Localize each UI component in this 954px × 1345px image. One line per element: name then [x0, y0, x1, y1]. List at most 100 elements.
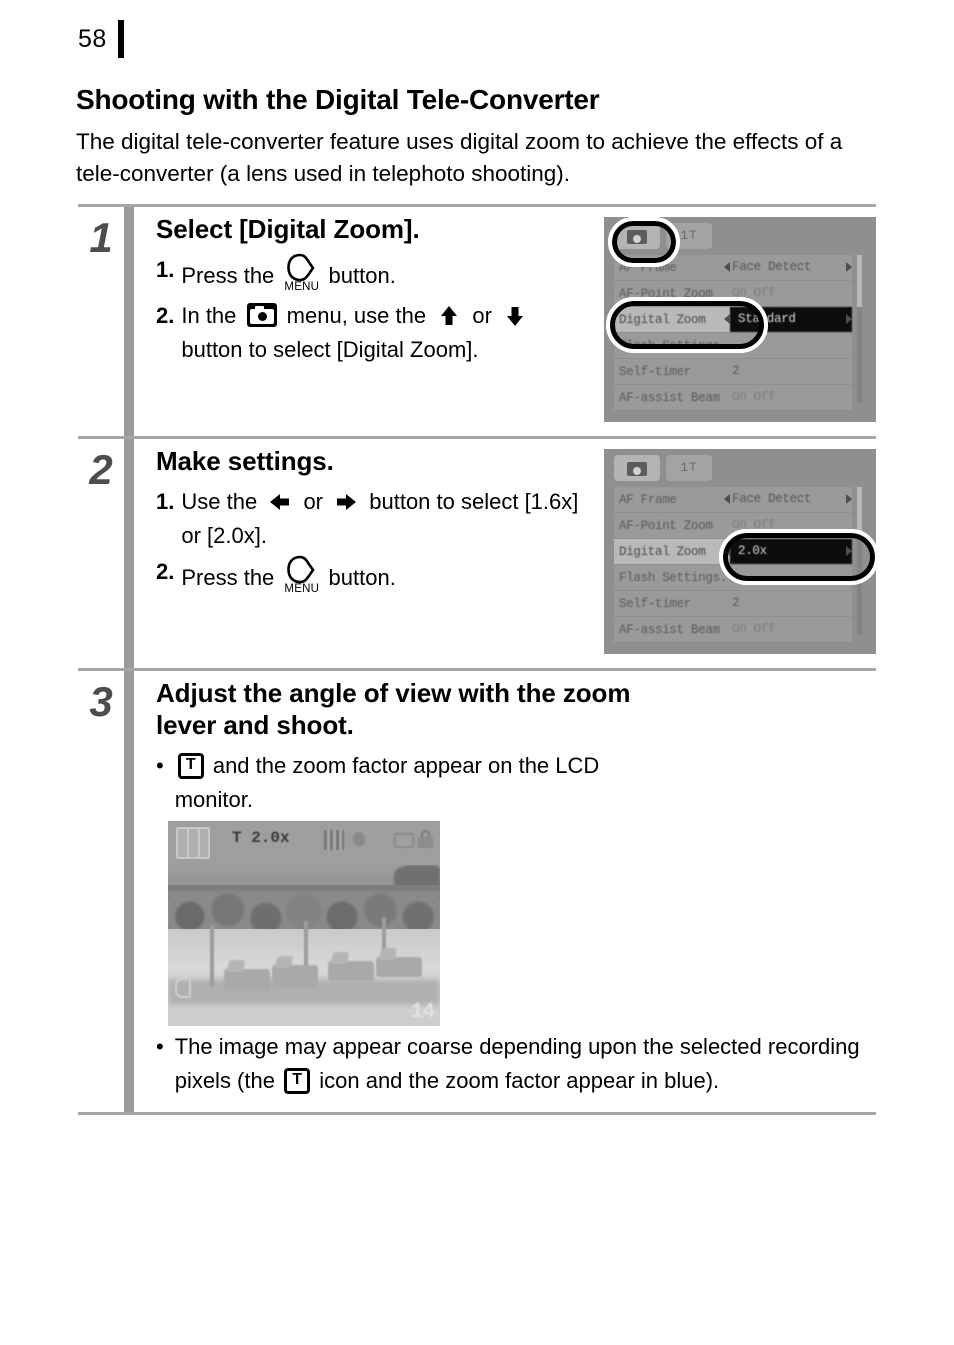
down-arrow-icon: [503, 304, 527, 328]
intro-paragraph: The digital tele-converter feature uses …: [76, 129, 843, 186]
camera-lcd-menu: 1T AF Frame Face Detect AF-Point Zoom On…: [604, 217, 876, 422]
menu-button-label: MENU: [284, 281, 320, 293]
menu-button-icon: MENU: [284, 555, 320, 599]
text-after: button.: [328, 263, 396, 288]
text-after: button.: [328, 565, 396, 590]
lcd-tab-camera: [614, 223, 660, 249]
menu-button-label: MENU: [284, 583, 320, 595]
text-before: Use the: [181, 489, 258, 514]
lcd-scrollbar[interactable]: [857, 255, 862, 403]
flash-icon: [350, 830, 370, 850]
lcd-tab-tools: 1T: [666, 455, 712, 481]
text-after: button to select [Digital Zoom].: [181, 337, 479, 362]
shots-remaining: 14: [410, 1001, 435, 1024]
camera-lcd-photo: 14 T 2.0x: [168, 821, 440, 1026]
lcd-scrollbar-thumb[interactable]: [857, 255, 862, 307]
lcd-row-label: Flash Settings...: [619, 338, 742, 353]
lcd-row-label: AF-assist Beam: [619, 390, 720, 405]
right-caret-icon: [846, 262, 852, 272]
left-caret-icon: [724, 494, 730, 504]
lounger: [224, 969, 270, 991]
lock-icon: [418, 830, 433, 848]
step-heading: Make settings.: [156, 446, 334, 476]
page-header: 58: [78, 18, 124, 60]
text-mid: or: [303, 489, 323, 514]
umbrella-pole: [210, 925, 214, 987]
right-caret-icon: [846, 546, 852, 556]
lcd-tab-tools-label: 1T: [680, 460, 698, 475]
lcd-row-label: AF-assist Beam: [619, 622, 720, 637]
battery-icon: [175, 978, 191, 998]
list-item: 1. Use the or button to select [1.6x] or…: [156, 485, 592, 553]
step-heading: Select [Digital Zoom].: [156, 214, 420, 244]
tele-t-icon: T: [177, 753, 204, 779]
list-text: T and the zoom factor appear on the LCD …: [175, 749, 636, 817]
list-marker: 1.: [156, 257, 175, 282]
tele-t-label: T: [292, 1071, 302, 1088]
left-caret-icon: [724, 314, 730, 324]
step-number: 2: [89, 446, 113, 493]
lcd-row: Flash Settings...: [614, 565, 864, 590]
lcd-row-value: Face Detect: [732, 492, 812, 506]
list-text: Press the MENU button.: [181, 555, 592, 599]
list-text: Press the MENU button.: [181, 253, 592, 297]
lcd-row-value: On Off: [732, 286, 776, 300]
lcd-row-label: Self-timer: [619, 364, 692, 379]
divider: [78, 1112, 876, 1115]
camera-tab-icon: [627, 230, 647, 244]
step-heading: Adjust the angle of view with the zoom l…: [156, 678, 631, 740]
lcd-row: AF Frame Face Detect: [614, 487, 864, 512]
step-3-extra-notes: • The image may appear coarse depending …: [156, 1026, 876, 1098]
lcd-scrollbar[interactable]: [857, 487, 862, 635]
menu-button-shape: [286, 555, 316, 584]
lcd-row-label: Self-timer: [619, 596, 692, 611]
lcd-row: Self-timer 2: [614, 359, 864, 384]
step-number: 3: [89, 678, 113, 725]
lcd-row-value: On Off: [732, 518, 776, 532]
text-after: and the zoom factor appear on the LCD mo…: [174, 753, 600, 812]
step-3-figure: 14 T 2.0x: [168, 821, 440, 1026]
lcd-scrollbar-thumb[interactable]: [857, 487, 862, 539]
right-caret-icon: [846, 314, 852, 324]
lounger: [376, 957, 422, 977]
right-caret-icon: [846, 494, 852, 504]
lcd-row-label: Digital Zoom: [619, 544, 706, 559]
lcd-row-label: AF Frame: [619, 492, 677, 507]
steps-table: 1 Select [Digital Zoom]. 1. Press the ME…: [78, 204, 876, 1115]
lcd-row-value: 2.0x: [730, 539, 852, 564]
lcd-row-label: AF Frame: [619, 260, 677, 275]
list-item: 2. Press the MENU button.: [156, 555, 592, 599]
list-text: Use the or button to select [1.6x] or [2…: [181, 485, 592, 553]
list-item: • T and the zoom factor appear on the LC…: [156, 749, 636, 817]
text-mid: menu, use the: [286, 303, 427, 328]
up-arrow-icon: [437, 304, 461, 328]
list-text: The image may appear coarse depending up…: [175, 1030, 876, 1098]
menu-button-shape: [286, 253, 316, 282]
lcd-row: AF-Point Zoom On Off: [614, 281, 864, 306]
step-2-figure: 1T AF Frame Face Detect AF-Point Zoom On…: [604, 449, 876, 654]
zoom-indicator: T 2.0x: [232, 829, 290, 847]
step-number: 1: [89, 214, 113, 261]
camera-tab-icon: [627, 462, 647, 476]
lcd-tab-bar: 1T: [614, 455, 712, 481]
step-accent-bar: [124, 671, 134, 1112]
list-item: 2. In the menu, use the or button to sel…: [156, 299, 592, 367]
tele-t-label: T: [185, 756, 196, 773]
lcd-row: AF-assist Beam On Off: [614, 617, 864, 642]
text-after: icon and the zoom factor appear in blue)…: [319, 1068, 720, 1093]
list-marker: 2.: [156, 559, 175, 584]
list-item: • The image may appear coarse depending …: [156, 1030, 876, 1098]
step-accent-bar: [124, 439, 134, 668]
lcd-menu-list: AF Frame Face Detect AF-Point Zoom On Of…: [614, 487, 864, 643]
camera-menu-icon: [246, 303, 277, 327]
lounger: [272, 965, 318, 987]
page-header-rule: [117, 20, 124, 58]
list-marker: •: [156, 753, 164, 778]
lcd-tab-camera: [614, 455, 660, 481]
text-before: In the: [181, 303, 237, 328]
page-title: Shooting with the Digital Tele-Converter: [76, 84, 600, 115]
step-1-figure: 1T AF Frame Face Detect AF-Point Zoom On…: [604, 217, 876, 422]
text-before: Press the: [181, 565, 275, 590]
lcd-tab-tools: 1T: [666, 223, 712, 249]
list-item: 1. Press the MENU button.: [156, 253, 592, 297]
